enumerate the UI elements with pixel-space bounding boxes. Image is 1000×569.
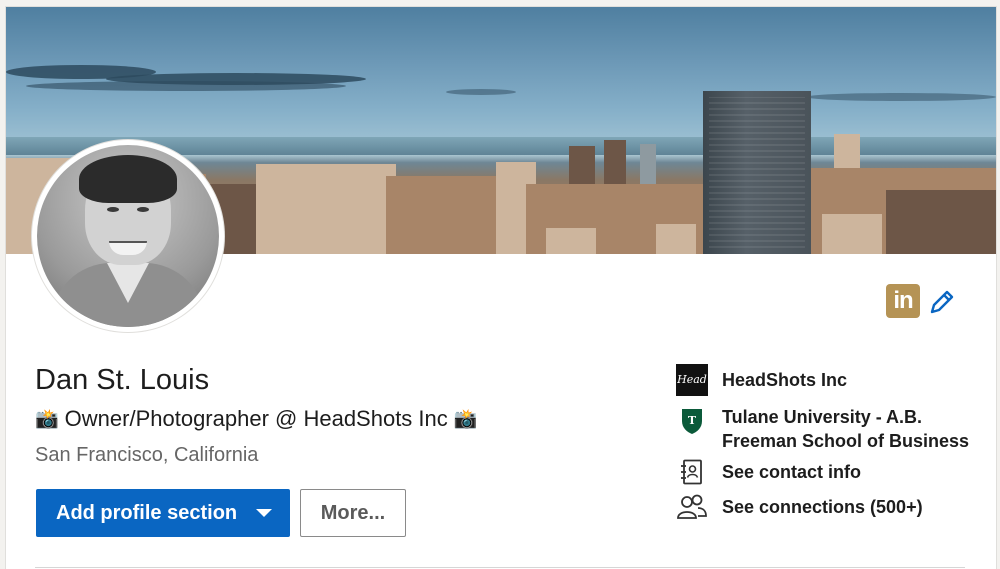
- headline-text: Owner/Photographer @ HeadShots Inc: [64, 406, 448, 431]
- contact-info-link[interactable]: See contact info: [676, 458, 861, 486]
- profile-name: Dan St. Louis: [35, 364, 210, 396]
- education-line-2: Freeman School of Business: [722, 431, 970, 451]
- address-book-icon: [676, 458, 708, 486]
- svg-text:T: T: [688, 414, 697, 427]
- current-company-link[interactable]: Head HeadShots Inc: [676, 364, 847, 396]
- profile-location: San Francisco, California: [35, 444, 259, 466]
- avatar-image: [37, 145, 219, 327]
- education-link[interactable]: T Tulane University - A.B. Freeman Schoo…: [676, 405, 969, 453]
- company-label: HeadShots Inc: [722, 370, 848, 390]
- tulane-shield-icon: T: [676, 405, 708, 437]
- camera-emoji-icon: 📸: [453, 409, 478, 430]
- education-line-1: Tulane University - A.B.: [722, 407, 923, 427]
- pencil-icon[interactable]: [928, 288, 956, 316]
- profile-card: in Dan St. Louis 📸 Owner/Photographer @ …: [5, 6, 997, 569]
- headshots-logo-icon: Head: [676, 364, 708, 396]
- profile-photo[interactable]: [32, 140, 224, 332]
- connections-link[interactable]: See connections (500+): [676, 493, 923, 521]
- education-label: Tulane University - A.B. Freeman School …: [722, 405, 969, 453]
- camera-emoji-icon: 📸: [35, 409, 59, 430]
- people-icon: [676, 493, 708, 521]
- contact-info-label: See contact info: [722, 462, 862, 482]
- connections-label: See connections (500+): [722, 497, 923, 517]
- caret-down-icon: [256, 509, 272, 517]
- more-button[interactable]: More...: [300, 489, 406, 537]
- profile-headline: 📸 Owner/Photographer @ HeadShots Inc 📸: [35, 406, 477, 432]
- add-profile-section-label: Add profile section: [56, 501, 238, 524]
- add-profile-section-button[interactable]: Add profile section: [36, 489, 290, 537]
- linkedin-logo-icon: in: [886, 284, 920, 318]
